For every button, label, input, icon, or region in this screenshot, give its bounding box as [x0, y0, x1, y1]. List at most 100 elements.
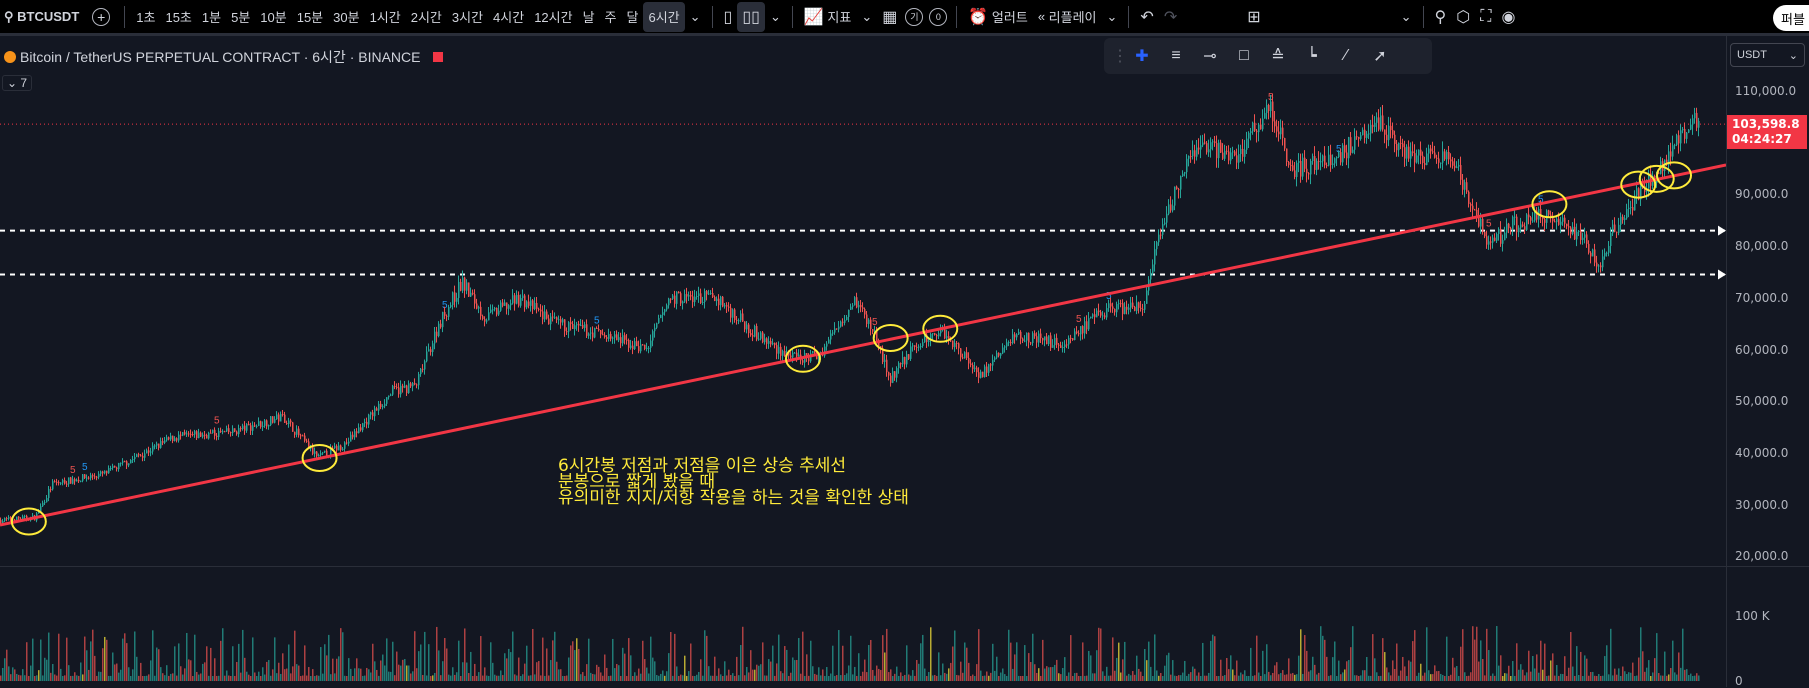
- interval-button[interactable]: 10분: [255, 2, 291, 32]
- candle-body: [1454, 165, 1456, 168]
- volume-bar: [1446, 636, 1448, 681]
- horizontal-lines-icon[interactable]: ≡: [1162, 47, 1190, 65]
- candle-body: [1232, 151, 1234, 153]
- candle-body: [978, 372, 980, 378]
- volume-bar: [1522, 669, 1524, 681]
- chart-type-dropdown[interactable]: ⌄: [765, 2, 786, 32]
- candle-body: [1420, 149, 1422, 156]
- volume-bar: [1490, 675, 1492, 681]
- interval-button[interactable]: 달: [622, 2, 644, 32]
- replay-dropdown[interactable]: ⌄: [1102, 2, 1123, 32]
- volume-bar: [1030, 662, 1032, 681]
- volume-bar: [184, 668, 186, 681]
- layout-dropdown[interactable]: ⌄: [1396, 2, 1417, 32]
- volume-bar: [754, 669, 756, 681]
- rectangle-icon[interactable]: □: [1230, 47, 1258, 65]
- volume-bar: [1308, 671, 1310, 681]
- volume-bar: [1310, 670, 1312, 681]
- currency-select[interactable]: USDT ⌄: [1730, 43, 1805, 67]
- candle-body: [1276, 126, 1278, 132]
- add-symbol-button[interactable]: +: [84, 2, 118, 32]
- horizontal-ray-icon[interactable]: ⊸: [1196, 46, 1224, 66]
- volume-bar: [1384, 652, 1386, 681]
- interval-dropdown[interactable]: ⌄: [685, 2, 706, 32]
- volume-bar: [1044, 668, 1046, 681]
- badge-a[interactable]: 기: [905, 7, 924, 26]
- candle-body: [1090, 316, 1092, 319]
- volume-bar: [884, 652, 886, 681]
- volume-bar: [1516, 643, 1518, 681]
- sequence-marker: 5: [82, 462, 88, 473]
- interval-button[interactable]: 1분: [197, 2, 226, 32]
- redo-button[interactable]: ↷: [1159, 2, 1182, 32]
- replay-button[interactable]: « 리플레이: [1033, 2, 1102, 32]
- publish-button[interactable]: 퍼블: [1773, 5, 1809, 31]
- candle-body: [1578, 230, 1580, 232]
- interval-button[interactable]: 3시간: [447, 2, 488, 32]
- flag-icon[interactable]: [432, 52, 443, 62]
- candle-style-button[interactable]: ▯▯: [737, 1, 765, 32]
- candle-body: [826, 343, 828, 347]
- undo-button[interactable]: ↶: [1135, 2, 1158, 32]
- candle-body: [1218, 142, 1220, 159]
- indicators-button[interactable]: 📈 지표: [799, 2, 856, 32]
- interval-button[interactable]: 15분: [292, 2, 328, 32]
- badge-b[interactable]: 0: [929, 7, 948, 26]
- interval-button[interactable]: 2시간: [406, 2, 447, 32]
- interval-6h[interactable]: 6시간: [643, 1, 685, 32]
- volume-bar: [108, 675, 110, 681]
- drag-handle-icon[interactable]: ⋮: [1112, 46, 1128, 66]
- interval-button[interactable]: 4시간: [488, 2, 529, 32]
- quick-search-button[interactable]: ⚲: [1430, 2, 1452, 32]
- volume-bar: [1230, 655, 1232, 681]
- fullscreen-button[interactable]: ⛶: [1475, 2, 1496, 32]
- volume-bar: [1216, 675, 1218, 681]
- volume-bar: [1646, 667, 1648, 681]
- alert-button[interactable]: ⏰ 얼러트: [963, 2, 1032, 32]
- price-chart[interactable]: 555555555555: [0, 36, 1726, 687]
- fib-icon[interactable]: ≙: [1264, 46, 1292, 66]
- candle-body: [1190, 155, 1192, 157]
- candle-body: [144, 453, 146, 458]
- candle-body: [350, 434, 352, 442]
- interval-button[interactable]: 날: [578, 2, 600, 32]
- volume-bar: [410, 673, 412, 681]
- volume-bar: [14, 669, 16, 681]
- trend-line-icon[interactable]: ∕: [1332, 47, 1360, 65]
- interval-button[interactable]: 주: [600, 2, 622, 32]
- volume-bar: [1364, 670, 1366, 681]
- volume-bar: [1560, 673, 1562, 681]
- bar-style-button[interactable]: ▯: [719, 2, 738, 32]
- volume-bar: [84, 636, 86, 681]
- candle-body: [216, 435, 218, 438]
- interval-button[interactable]: 1시간: [365, 2, 406, 32]
- indicators-dropdown[interactable]: ⌄: [856, 2, 877, 32]
- candle-body: [1188, 155, 1190, 159]
- interval-button[interactable]: 1초: [131, 2, 160, 32]
- interval-button[interactable]: 12시간: [529, 2, 577, 32]
- annotation-text[interactable]: 6시간봉 저점과 저점을 이은 상승 추세선 분봉으로 짧게 봤을 때 유의미한…: [558, 458, 909, 507]
- crosshair-icon[interactable]: ✚: [1128, 46, 1156, 66]
- volume-bar: [872, 669, 874, 681]
- volume-bar: [800, 673, 802, 681]
- snapshot-button[interactable]: ◉: [1496, 2, 1520, 32]
- candle-body: [1432, 151, 1434, 153]
- interval-button[interactable]: 5분: [226, 2, 255, 32]
- volume-bar: [896, 666, 898, 681]
- fullscreen-icon: ⛶: [1480, 7, 1492, 25]
- interval-button[interactable]: 15초: [160, 2, 196, 32]
- candle-body: [398, 387, 400, 395]
- candle-body: [1240, 148, 1242, 155]
- volume-bar: [1346, 661, 1348, 681]
- layouts-button[interactable]: ▦: [877, 2, 902, 32]
- price-range-icon[interactable]: ┕: [1298, 46, 1326, 66]
- indicator-legend-toggle[interactable]: ⌄ 7: [2, 75, 33, 91]
- layout-grid-button[interactable]: ⊞: [1242, 2, 1265, 32]
- symbol-search-button[interactable]: ⚲ BTCUSDT: [0, 2, 84, 32]
- interval-button[interactable]: 30분: [328, 2, 364, 32]
- pane-divider[interactable]: [0, 566, 1809, 567]
- ray-icon[interactable]: ➚: [1366, 46, 1394, 66]
- settings-button[interactable]: ⬡: [1451, 2, 1475, 32]
- candle-body: [730, 307, 732, 318]
- candle-body: [214, 429, 216, 436]
